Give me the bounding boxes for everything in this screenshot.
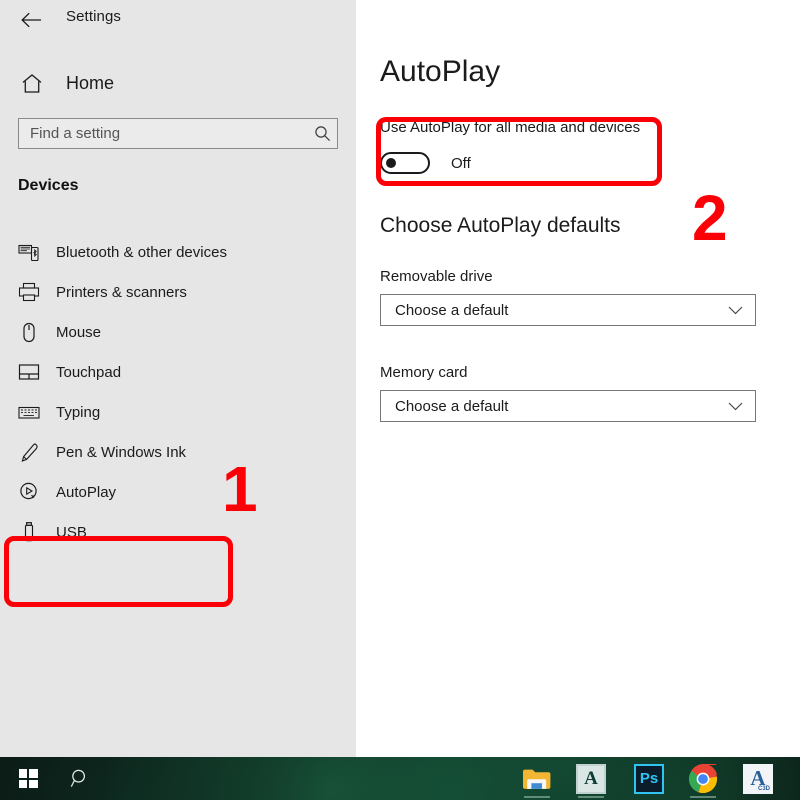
autoplay-icon [14,481,44,503]
memory-card-label: Memory card [380,364,468,381]
chrome-icon [688,762,718,794]
sidebar-nav-list: Bluetooth & other devices Printers & sca… [0,232,356,552]
touchpad-icon [14,363,44,381]
removable-drive-dropdown[interactable]: Choose a default [380,294,756,326]
memory-card-field: Memory card Choose a default [380,364,756,422]
annotation-step-2: 2 [692,182,728,254]
pen-icon [14,442,44,463]
folder-icon [522,766,552,792]
window-title: Settings [66,8,121,25]
sidebar-section-header: Devices [18,177,79,194]
printer-icon [14,282,44,302]
sidebar-item-bluetooth[interactable]: Bluetooth & other devices [0,232,356,272]
taskbar-app-font-viewer[interactable]: A [569,757,613,800]
back-arrow-icon[interactable] [14,4,48,36]
autocad-icon: A C3D [743,763,773,794]
sidebar-item-touchpad[interactable]: Touchpad [0,352,356,392]
taskbar-app-autocad[interactable]: A C3D [736,757,780,800]
autocad-sub-glyph: C3D [757,785,770,792]
sidebar-item-label: Mouse [56,323,102,341]
sidebar-item-usb[interactable]: USB [0,512,356,552]
sidebar-item-home[interactable]: Home [0,65,356,101]
sidebar-item-label: Bluetooth & other devices [56,243,227,261]
search-icon[interactable] [307,125,337,142]
sidebar-item-label: Typing [56,403,101,421]
home-icon [14,73,50,94]
keyboard-icon [14,405,44,420]
autoplay-defaults-heading: Choose AutoPlay defaults [380,214,621,237]
mouse-icon [14,322,44,343]
font-app-icon: A [576,763,606,794]
autoplay-toggle-label: Use AutoPlay for all media and devices [380,119,641,136]
start-button[interactable] [8,757,48,800]
sidebar-item-label: Touchpad [56,363,122,381]
windows-logo-icon [18,769,38,788]
search-icon [70,769,85,787]
settings-content-panel: AutoPlay Use AutoPlay for all media and … [356,0,800,757]
usb-icon [14,521,44,543]
chevron-down-icon[interactable] [728,306,743,315]
settings-window: Settings Home Find a setting Devices Blu… [0,0,800,757]
chevron-down-icon[interactable] [728,402,743,411]
removable-drive-field: Removable drive Choose a default [380,268,756,326]
sidebar-item-typing[interactable]: Typing [0,392,356,432]
memory-card-dropdown[interactable]: Choose a default [380,390,756,422]
taskbar-app-chrome[interactable] [681,757,725,800]
sidebar-item-mouse[interactable]: Mouse [0,312,356,352]
screen: Settings Home Find a setting Devices Blu… [0,0,800,800]
page-title: AutoPlay [380,55,501,88]
taskbar-app-photoshop[interactable]: Ps [627,757,671,800]
removable-drive-value: Choose a default [395,301,509,319]
settings-sidebar: Settings Home Find a setting Devices Blu… [0,0,356,757]
sidebar-item-label: USB [56,523,87,541]
sidebar-item-autoplay[interactable]: AutoPlay [0,472,356,512]
autoplay-toggle-state: Off [451,154,471,172]
search-input[interactable] [19,124,307,143]
search-setting-box[interactable] [18,118,338,149]
photoshop-icon: Ps [634,763,664,794]
annotation-step-1: 1 [222,453,258,525]
bluetooth-devices-icon [14,243,44,262]
taskbar-app-file-explorer[interactable] [515,757,559,800]
taskbar: A Ps A C3D [0,757,800,800]
toggle-knob [386,158,396,168]
autoplay-toggle-row[interactable]: Off [380,152,471,174]
taskbar-search-button[interactable] [62,757,98,800]
window-titlebar: Settings [0,0,356,40]
sidebar-item-label: Pen & Windows Ink [56,443,187,461]
taskbar-running-indicator [524,796,550,798]
taskbar-running-indicator [578,796,604,798]
memory-card-value: Choose a default [395,397,509,415]
sidebar-item-printers[interactable]: Printers & scanners [0,272,356,312]
sidebar-item-label: Printers & scanners [56,283,187,301]
taskbar-running-indicator [690,796,716,798]
home-label: Home [66,72,115,93]
removable-drive-label: Removable drive [380,268,493,285]
sidebar-item-pen[interactable]: Pen & Windows Ink [0,432,356,472]
sidebar-item-label: AutoPlay [56,483,117,501]
autoplay-toggle-switch[interactable] [380,152,430,174]
